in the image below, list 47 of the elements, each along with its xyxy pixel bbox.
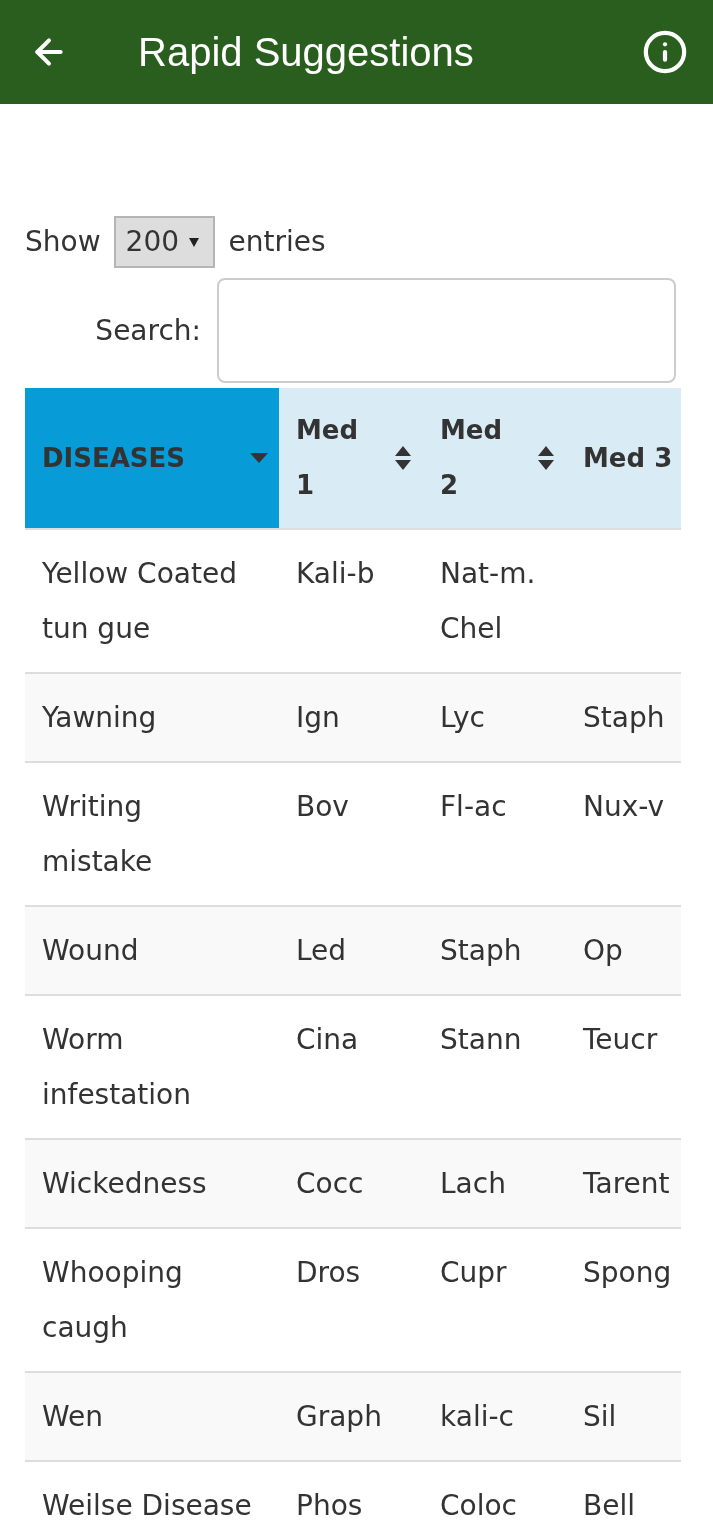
search-label: Search:: [95, 312, 201, 349]
table-cell: Ign: [296, 701, 340, 734]
column-header[interactable]: Med 2: [423, 388, 566, 529]
entries-select[interactable]: 200: [113, 216, 215, 268]
table-cell: Sil: [583, 1400, 617, 1433]
entries-label: entries: [228, 224, 326, 260]
table-cell: Stann: [440, 1023, 522, 1056]
table-cell: Tarent: [583, 1167, 670, 1200]
table-cell: kali-c: [440, 1400, 514, 1433]
table-cell: Wen: [42, 1400, 104, 1433]
table-cell: Writing mistake: [42, 790, 153, 878]
table-cell: Whooping caugh: [42, 1256, 183, 1344]
table-cell: Coloc: [440, 1489, 517, 1522]
table-cell: Bell: [583, 1489, 635, 1522]
dropdown-caret-icon: [189, 237, 199, 247]
column-header[interactable]: Med 1: [279, 388, 423, 529]
app-bar-title: Rapid Suggestions: [138, 29, 474, 76]
table-cell: Cina: [296, 1023, 359, 1056]
table-cell: Fl-ac: [440, 790, 507, 823]
table-cell: Wound: [42, 934, 139, 967]
table-cell: Yellow Coated tun gue: [42, 557, 237, 645]
table-cell: Cocc: [296, 1167, 364, 1200]
table-cell: Teucr: [583, 1023, 658, 1056]
table-cell: Dros: [296, 1256, 361, 1289]
table-cell: Weilse Disease: [42, 1489, 252, 1522]
table-cell: Lyc: [440, 701, 485, 734]
table-cell: Staph: [583, 701, 665, 734]
table-cell: Graph: [296, 1400, 382, 1433]
search-field[interactable]: [217, 278, 676, 383]
column-header[interactable]: DISEASES: [25, 388, 279, 529]
table-cell: Lach: [440, 1167, 506, 1200]
column-header[interactable]: Med 3: [566, 388, 681, 529]
table-cell: Nux-v: [583, 790, 665, 823]
table-cell: Led: [296, 934, 347, 967]
table-cell: Spong: [583, 1256, 672, 1289]
table-cell: Staph: [440, 934, 522, 967]
table-cell: Kali-b: [296, 557, 375, 590]
info-icon: [642, 29, 688, 75]
table-cell: Wickedness: [42, 1167, 207, 1200]
table-cell: Yawning: [42, 701, 157, 734]
show-label: Show: [25, 224, 101, 260]
table-cell: Cupr: [440, 1256, 507, 1289]
table-cell: Nat-m. Chel: [440, 557, 536, 645]
table-cell: Worm infestation: [42, 1023, 191, 1111]
table-cell: Bov: [296, 790, 349, 823]
table-cell: Op: [583, 934, 623, 967]
table-cell: Phos: [296, 1489, 363, 1522]
